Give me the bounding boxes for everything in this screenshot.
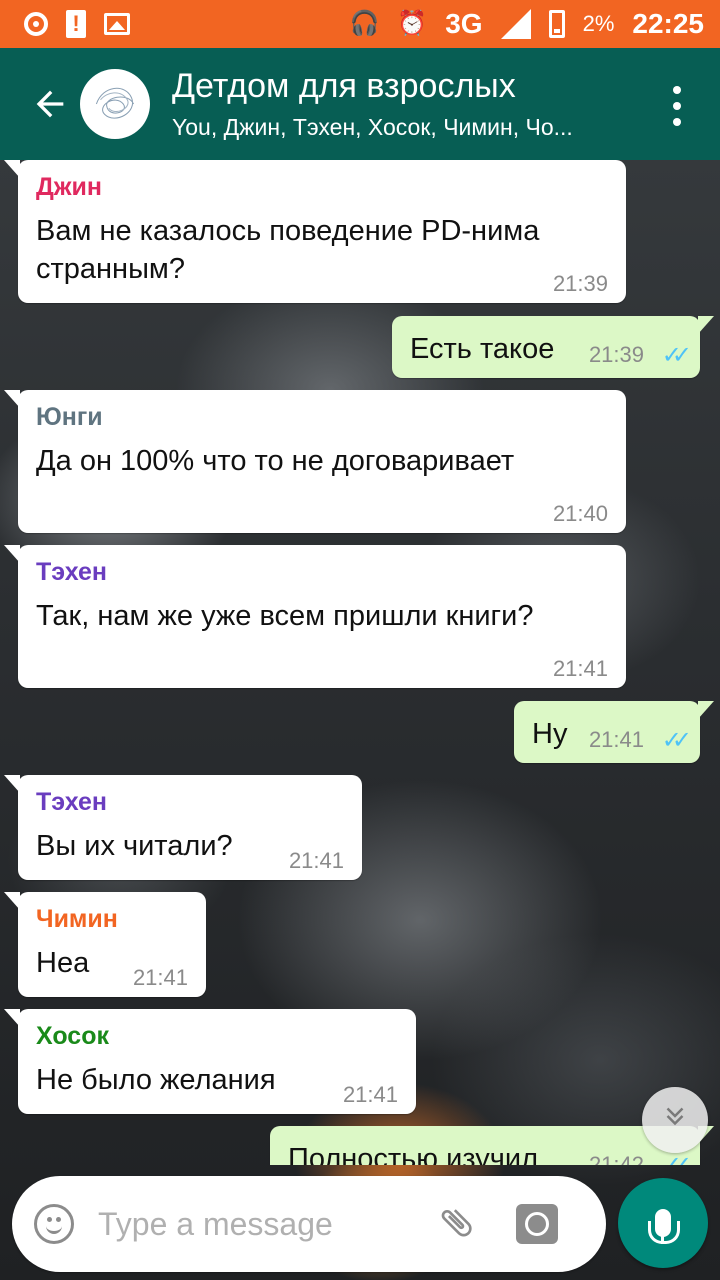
message-time: 21:39 <box>588 342 644 367</box>
more-options-icon[interactable] <box>670 86 684 126</box>
message-bubble[interactable]: Юнги Да он 100% что то не договаривает 2… <box>4 390 626 533</box>
group-avatar[interactable] <box>80 69 150 139</box>
message-list[interactable]: Джин Вам не казалось поведение PD-нима с… <box>0 160 720 1165</box>
chat-participants[interactable]: You, Джин, Тэхен, Хосок, Чимин, Чо... <box>172 112 622 142</box>
network-type: 3G <box>445 8 483 39</box>
scroll-down-button[interactable] <box>642 1087 708 1153</box>
message-bubble[interactable]: Ну 21:41 ✓✓ <box>514 701 714 763</box>
chat-header[interactable]: Детдом для взрослых You, Джин, Тэхен, Хо… <box>0 48 720 160</box>
warning-icon: ! <box>66 10 86 38</box>
microphone-icon <box>648 1209 680 1244</box>
message-input[interactable] <box>98 1205 428 1243</box>
message-time: 21:39 <box>552 271 608 296</box>
battery-percent: 2% <box>582 11 615 36</box>
chat-title[interactable]: Детдом для взрослых <box>172 66 632 106</box>
message-time: 21:41 <box>588 727 644 752</box>
message-bubble[interactable]: Тэхен Вы их читали? 21:41 <box>4 775 362 880</box>
message-sender: Юнги <box>36 403 103 431</box>
alarm-icon: ⏰ <box>397 10 428 37</box>
message-time: 21:42 <box>588 1152 644 1165</box>
message-time: 21:41 <box>342 1082 398 1107</box>
message-time: 21:41 <box>288 848 344 873</box>
read-ticks-icon: ✓✓ <box>661 727 692 754</box>
image-icon <box>104 13 130 35</box>
message-text: Да он 100% что то не договаривает <box>36 445 515 477</box>
message-sender: Тэхен <box>36 788 108 816</box>
message-time: 21:41 <box>132 965 188 990</box>
emoji-icon[interactable] <box>34 1204 74 1244</box>
message-time: 21:40 <box>552 501 608 526</box>
circle-notification-icon <box>24 12 48 36</box>
message-bubble[interactable]: Есть такое 21:39 ✓✓ <box>392 316 714 378</box>
message-bubble[interactable]: Хосок Не было желания 21:41 <box>4 1009 416 1114</box>
message-time: 21:41 <box>552 656 608 681</box>
message-bubble[interactable]: Тэхен Так, нам же уже всем пришли книги?… <box>4 545 626 688</box>
read-ticks-icon: ✓✓ <box>662 1151 692 1165</box>
paperclip-icon[interactable] <box>427 1193 489 1255</box>
message-text: Так, нам же уже всем пришли книги? <box>36 600 534 632</box>
read-ticks-icon: ✓✓ <box>661 342 692 369</box>
double-chevron-down-icon <box>660 1101 690 1139</box>
headphones-icon: 🎧 <box>349 10 380 37</box>
mic-button[interactable] <box>618 1178 708 1268</box>
compose-bar <box>12 1176 606 1272</box>
message-sender: Джин <box>36 173 103 201</box>
message-bubble[interactable]: Полностью изучил 21:42 ✓✓ <box>270 1126 714 1165</box>
message-bubble[interactable]: Джин Вам не казалось поведение PD-нима с… <box>4 160 626 303</box>
message-sender: Чимин <box>36 905 118 933</box>
status-bar: ! 🎧 ⏰ 3G 2% 22:25 <box>0 0 720 48</box>
message-sender: Хосок <box>36 1022 109 1050</box>
signal-icon <box>500 9 531 39</box>
message-sender: Тэхен <box>36 558 108 586</box>
message-text: Вам не казалось поведение PD-нима странн… <box>36 215 540 285</box>
clock: 22:25 <box>632 8 704 39</box>
back-arrow-icon[interactable] <box>24 78 76 130</box>
message-bubble[interactable]: Чимин Неа 21:41 <box>4 892 206 997</box>
battery-low-icon <box>548 10 565 38</box>
camera-icon[interactable] <box>516 1204 558 1244</box>
